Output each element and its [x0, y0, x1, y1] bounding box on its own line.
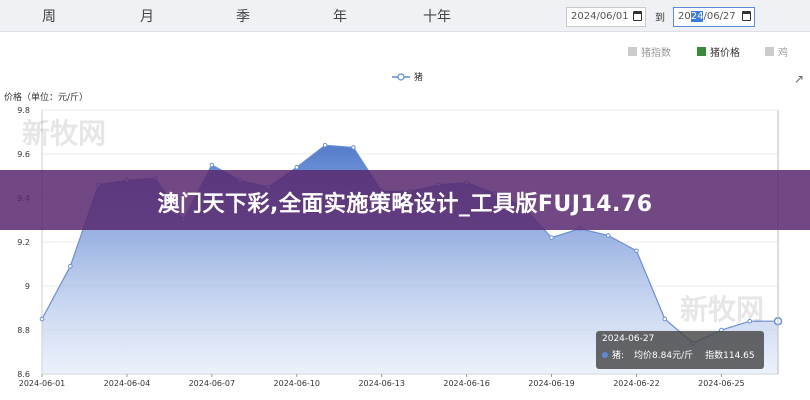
data-point[interactable]: [549, 235, 554, 240]
x-tick-label: 2024-06-13: [358, 379, 405, 388]
legend-label: 猪指数: [641, 48, 671, 59]
data-point[interactable]: [39, 316, 45, 322]
tooltip-index: 指数114.65: [705, 351, 755, 361]
end-date-prefix: 20: [678, 11, 691, 22]
chart-tooltip: 2024-06-27 猪: 均价8.84元/斤 指数114.65: [596, 331, 764, 369]
x-tick-label: 2024-06-07: [189, 379, 236, 388]
tooltip-date: 2024-06-27: [602, 334, 655, 344]
series-legend-label: 猪: [414, 73, 424, 83]
data-point[interactable]: [294, 164, 300, 170]
data-point[interactable]: [68, 263, 73, 269]
tab-year[interactable]: 年: [333, 6, 347, 26]
start-date-input[interactable]: 2024/06/01: [566, 7, 646, 27]
legend-label: 猪价格: [710, 48, 740, 59]
y-tick-label: 9: [25, 282, 30, 291]
x-tick-label: 2024-06-10: [274, 379, 321, 388]
end-date-input[interactable]: 2024/06/27: [673, 7, 755, 27]
legend-toggle-pig-price[interactable]: 猪价格: [697, 44, 740, 59]
x-tick-label: 2024-06-19: [528, 379, 575, 388]
calendar-icon[interactable]: [633, 11, 642, 21]
legend-swatch: [628, 47, 637, 56]
end-date-selected-text: 24: [690, 11, 704, 22]
tooltip-avg-price: 均价8.84元/斤: [634, 351, 694, 361]
legend-toggle-pig-index[interactable]: 猪指数: [628, 44, 671, 59]
x-tick-label: 2024-06-16: [443, 379, 490, 388]
tooltip-series-dot: [602, 351, 608, 358]
data-point[interactable]: [322, 142, 328, 148]
data-point[interactable]: [662, 316, 668, 322]
legend-toggle-chicken[interactable]: 鸡: [765, 44, 788, 59]
x-tick-label: 2024-06-22: [613, 379, 660, 388]
y-tick-label: 8.6: [17, 370, 30, 379]
series-legend[interactable]: 猪: [392, 70, 423, 83]
calendar-icon[interactable]: [742, 11, 751, 21]
data-point[interactable]: [634, 248, 639, 254]
legend-swatch: [697, 47, 706, 56]
tooltip-series: 猪:: [612, 351, 625, 361]
legend-swatch: [765, 47, 774, 56]
series-legend-line-icon: [392, 72, 410, 81]
y-tick-label: 9.2: [17, 238, 30, 247]
tab-decade[interactable]: 十年: [423, 6, 451, 26]
watermark-logo: 新牧网: [22, 117, 107, 150]
x-axis-ticks: 2024-06-01 2024-06-04 2024-06-07 2024-06-10…: [19, 374, 745, 388]
tab-month[interactable]: 月: [140, 6, 154, 26]
collapse-icon[interactable]: ↗: [794, 72, 804, 86]
y-tick-label: 8.8: [17, 326, 30, 335]
x-tick-label: 2024-06-25: [698, 379, 745, 388]
date-range-separator: 到: [655, 13, 665, 24]
end-date-suffix: /06/27: [703, 11, 736, 22]
watermark-logo: 新牧网: [680, 293, 765, 326]
data-point[interactable]: [351, 145, 356, 150]
x-tick-label: 2024-06-01: [19, 379, 66, 388]
start-date-value: 2024/06/01: [571, 11, 629, 22]
x-tick-label: 2024-06-04: [104, 379, 151, 388]
banner-title: 澳门天下彩,全面实施策略设计_工具版FUJ14.76: [157, 192, 653, 217]
data-point[interactable]: [605, 233, 611, 238]
period-tab-bar: 周 月 季 年 十年 2024/06/01 到 2024/06/27: [0, 0, 810, 32]
tab-week[interactable]: 周: [42, 6, 56, 26]
tab-quarter[interactable]: 季: [236, 6, 250, 26]
legend-label: 鸡: [778, 48, 788, 59]
data-point[interactable]: [209, 162, 215, 168]
